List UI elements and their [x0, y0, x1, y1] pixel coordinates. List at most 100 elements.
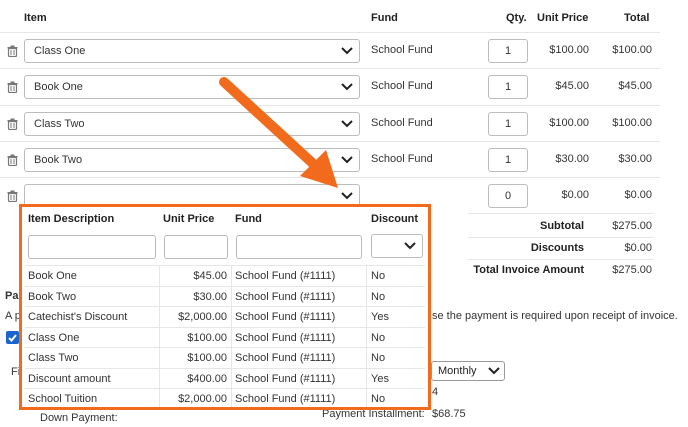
option-discount: No — [371, 352, 386, 364]
option-unit-price: $30.00 — [193, 291, 227, 303]
popup-option-row[interactable]: Book One $45.00 School Fund (#1111) No — [25, 265, 425, 286]
option-unit-price: $100.00 — [187, 352, 227, 364]
option-unit-price: $100.00 — [187, 332, 227, 344]
option-discount: Yes — [371, 373, 389, 385]
installment-count-fragment: 4 — [432, 386, 439, 398]
table-row: Class One School Fund 1 $100.00 $100.00 — [0, 32, 660, 68]
subtotal-value: $275.00 — [612, 220, 652, 232]
option-discount: No — [371, 393, 386, 405]
popup-option-row[interactable]: Catechist's Discount $2,000.00 School Fu… — [25, 306, 425, 327]
total-invoice-label: Total Invoice Amount — [473, 264, 584, 276]
chevron-down-icon — [488, 367, 500, 375]
option-description: Discount amount — [28, 373, 111, 385]
checkmark-icon — [8, 334, 17, 342]
summary-divider — [468, 213, 654, 214]
total-invoice-value: $275.00 — [612, 264, 652, 276]
chevron-down-icon — [341, 83, 353, 91]
total-cell: $0.00 — [624, 189, 652, 201]
total-cell: $100.00 — [612, 117, 652, 129]
chevron-down-icon — [341, 192, 353, 200]
popup-header-unit-price: Unit Price — [163, 213, 215, 225]
option-fund: School Fund (#1111) — [235, 393, 336, 405]
option-fund: School Fund (#1111) — [235, 291, 336, 303]
header-unit-price: Unit Price — [537, 12, 589, 24]
header-qty: Qty. — [506, 12, 527, 24]
option-fund: School Fund (#1111) — [235, 311, 336, 323]
payment-section-heading: Pa — [5, 290, 19, 302]
trash-icon[interactable] — [7, 190, 18, 202]
option-description: Book Two — [28, 291, 77, 303]
chevron-down-icon — [341, 156, 353, 164]
total-cell: $45.00 — [618, 80, 652, 92]
table-row: Book Two School Fund 1 $30.00 $30.00 — [0, 141, 660, 177]
header-fund: Fund — [371, 12, 398, 24]
option-fund: School Fund (#1111) — [235, 352, 336, 364]
popup-option-row[interactable]: Class Two $100.00 School Fund (#1111) No — [25, 347, 425, 368]
popup-header-fund: Fund — [235, 213, 262, 225]
option-description: Catechist's Discount — [28, 311, 128, 323]
item-select[interactable]: Class One — [24, 39, 360, 63]
option-fund: School Fund (#1111) — [235, 332, 336, 344]
option-discount: Yes — [371, 311, 389, 323]
description-filter-input[interactable] — [28, 235, 156, 259]
option-fund: School Fund (#1111) — [235, 373, 336, 385]
frequency-select[interactable]: Monthly — [431, 361, 505, 381]
item-select-value: Book Two — [34, 154, 83, 166]
chevron-down-icon — [341, 47, 353, 55]
trash-icon[interactable] — [7, 45, 18, 57]
option-discount: No — [371, 270, 386, 282]
discount-filter-select[interactable] — [371, 234, 423, 258]
item-select[interactable]: Class Two — [24, 112, 360, 136]
payment-installment-value: $68.75 — [432, 408, 466, 420]
subtotal-label: Subtotal — [540, 220, 584, 232]
option-unit-price: $2,000.00 — [178, 311, 227, 323]
frequency-select-value: Monthly — [438, 365, 477, 377]
option-description: Book One — [28, 270, 77, 282]
item-select-value: Book One — [34, 81, 83, 93]
table-row: Book One School Fund 1 $45.00 $45.00 — [0, 68, 660, 104]
total-cell: $30.00 — [618, 153, 652, 165]
item-select[interactable]: Book Two — [24, 148, 360, 172]
option-description: School Tuition — [28, 393, 98, 405]
unit-price-filter-input[interactable] — [164, 235, 228, 259]
item-select-value: Class Two — [34, 118, 85, 130]
option-discount: No — [371, 291, 386, 303]
trash-icon[interactable] — [7, 118, 18, 130]
popup-option-row[interactable]: School Tuition $2,000.00 School Fund (#1… — [25, 388, 425, 409]
option-discount: No — [371, 332, 386, 344]
option-fund: School Fund (#1111) — [235, 270, 336, 282]
fund-cell: School Fund — [371, 117, 433, 129]
item-picker-popup: Item Description Unit Price Fund Discoun… — [19, 204, 431, 410]
fund-cell: School Fund — [371, 44, 433, 56]
discounts-value: $0.00 — [624, 242, 652, 254]
popup-header-description: Item Description — [28, 213, 115, 225]
payment-text-right: se the payment is required upon receipt … — [432, 310, 678, 322]
fund-filter-input[interactable] — [236, 235, 362, 259]
option-unit-price: $2,000.00 — [178, 393, 227, 405]
option-unit-price: $400.00 — [187, 373, 227, 385]
fund-cell: School Fund — [371, 153, 433, 165]
option-description: Class One — [28, 332, 80, 344]
trash-icon[interactable] — [7, 154, 18, 166]
total-cell: $100.00 — [612, 44, 652, 56]
trash-icon[interactable] — [7, 81, 18, 93]
summary-divider — [468, 237, 654, 238]
fund-cell: School Fund — [371, 80, 433, 92]
table-row: Class Two School Fund 1 $100.00 $100.00 — [0, 105, 660, 141]
option-description: Class Two — [28, 352, 79, 364]
header-total: Total — [624, 12, 650, 24]
popup-header-discount: Discount — [371, 213, 419, 225]
down-payment-label: Down Payment: — [40, 412, 118, 424]
payment-checkbox[interactable] — [6, 331, 19, 344]
discounts-label: Discounts — [530, 242, 584, 254]
item-select-value: Class One — [34, 45, 86, 57]
chevron-down-icon — [341, 120, 353, 128]
item-select[interactable]: Book One — [24, 75, 360, 99]
chevron-down-icon — [404, 242, 416, 250]
popup-option-row[interactable]: Discount amount $400.00 School Fund (#11… — [25, 368, 425, 389]
option-unit-price: $45.00 — [193, 270, 227, 282]
popup-option-row[interactable]: Class One $100.00 School Fund (#1111) No — [25, 327, 425, 348]
header-item: Item — [24, 12, 47, 24]
popup-option-row[interactable]: Book Two $30.00 School Fund (#1111) No — [25, 286, 425, 307]
summary-divider — [468, 259, 654, 260]
